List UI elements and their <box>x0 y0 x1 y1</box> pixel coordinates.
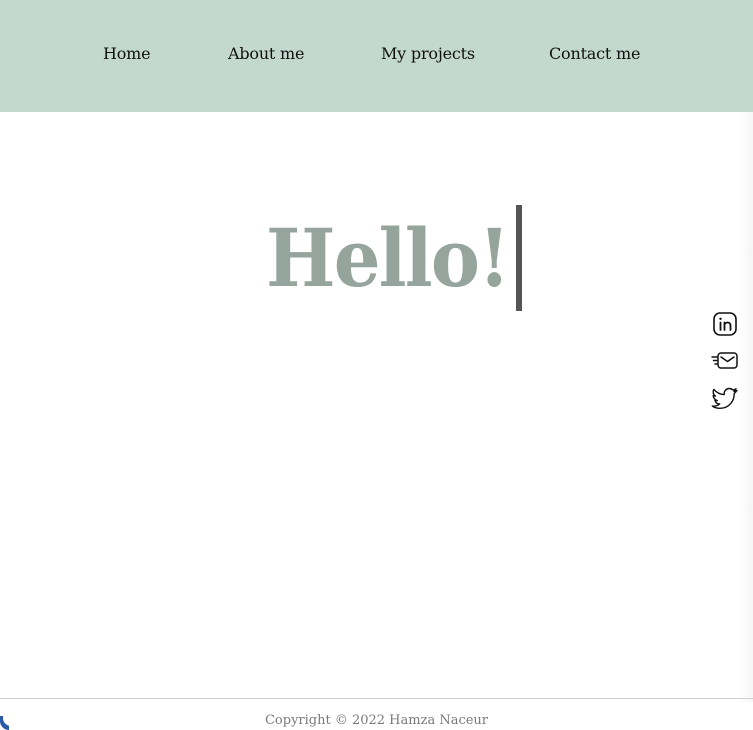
typing-cursor <box>515 205 522 311</box>
navbar: Home About me My projects Contact me <box>0 0 753 112</box>
nav-link-projects[interactable]: My projects <box>381 44 475 63</box>
page-edge-shadow <box>739 112 753 702</box>
twitter-icon[interactable] <box>710 383 740 413</box>
nav-link-contact[interactable]: Contact me <box>549 44 640 63</box>
social-links <box>709 309 741 420</box>
hero: Hello! <box>266 205 522 311</box>
footer-divider <box>0 698 753 699</box>
footer-copyright: Copyright © 2022 Hamza Naceur <box>264 713 489 728</box>
email-icon[interactable] <box>710 346 740 376</box>
linkedin-icon[interactable] <box>710 309 740 339</box>
nav-link-about[interactable]: About me <box>228 44 304 63</box>
hero-greeting: Hello! <box>266 211 510 305</box>
nav-link-home[interactable]: Home <box>103 44 151 63</box>
